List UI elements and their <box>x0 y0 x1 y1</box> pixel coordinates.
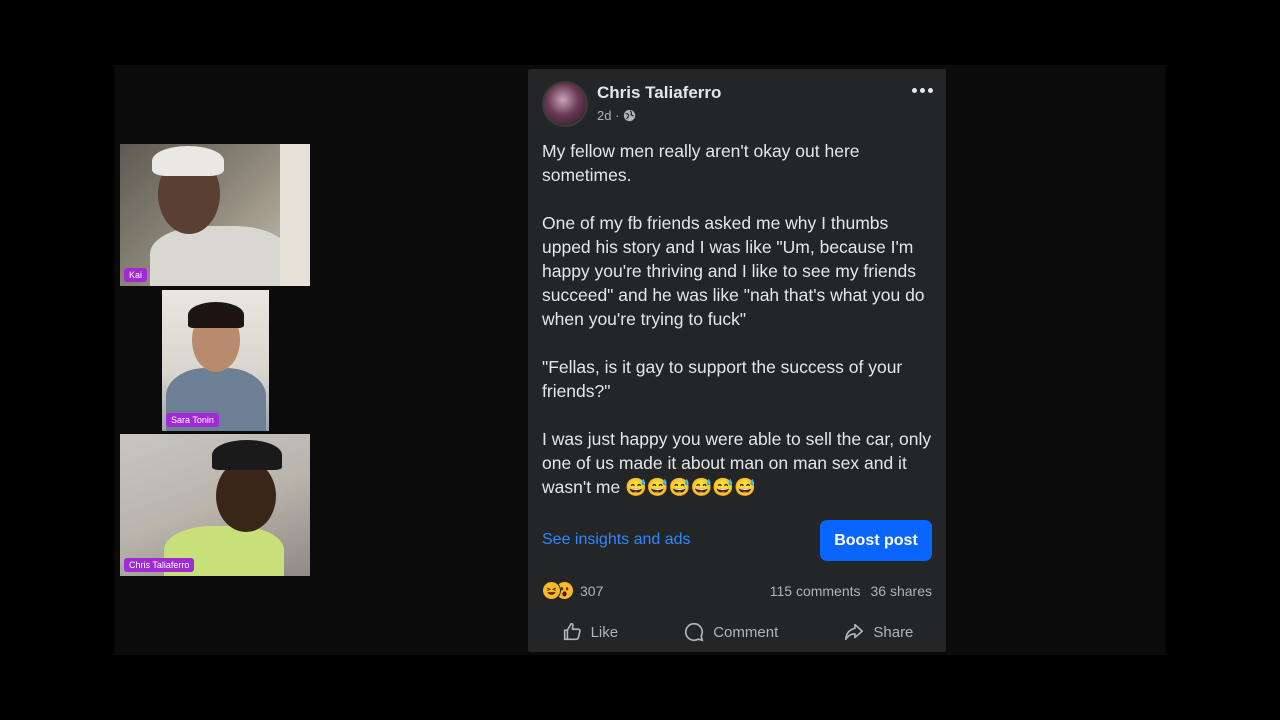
comment-button[interactable]: Comment <box>683 621 778 643</box>
participant-name-tag: Kai <box>124 268 148 282</box>
participant-name-tag: Chris Taliaferro <box>124 558 195 572</box>
post-paragraph: One of my fb friends asked me why I thum… <box>542 213 925 329</box>
thumbs-up-icon <box>563 622 581 641</box>
comments-count[interactable]: 115 comments <box>770 583 861 599</box>
post-paragraph: My fellow men really aren't okay out her… <box>542 141 860 185</box>
post-time[interactable]: 2d · <box>597 108 619 123</box>
post-text: My fellow men really aren't okay out her… <box>542 139 936 499</box>
facebook-post: Chris Taliaferro 2d · My fellow men real… <box>528 69 946 652</box>
cap <box>212 440 282 470</box>
reaction-count: 307 <box>580 582 604 599</box>
comment-label: Comment <box>713 623 779 641</box>
participant-face <box>216 460 276 532</box>
participant-name-tag: Sara Tonin <box>166 413 219 427</box>
comment-bubble-icon <box>685 622 704 642</box>
share-label: Share <box>873 623 914 641</box>
participant-video-chris[interactable]: Chris Taliaferro <box>120 434 310 576</box>
globe-icon <box>624 109 636 122</box>
author-avatar[interactable] <box>542 81 588 127</box>
like-label: Like <box>590 623 619 641</box>
wall <box>280 144 310 286</box>
share-arrow-icon <box>845 623 864 641</box>
participant-video-sara[interactable]: Sara Tonin <box>162 290 269 431</box>
reaction-summary[interactable]: 307 <box>542 581 603 600</box>
post-meta: 2d · <box>597 108 636 123</box>
hair <box>188 302 244 328</box>
engagement-counts: 115 comments 36 shares <box>770 583 932 599</box>
like-button[interactable]: Like <box>561 621 619 643</box>
participant-video-kai[interactable]: Kai <box>120 144 310 286</box>
haha-reaction-icon <box>542 581 561 600</box>
post-paragraph: I was just happy you were able to sell t… <box>542 429 932 497</box>
more-horizontal-icon[interactable] <box>910 82 934 98</box>
head-wrap <box>152 146 224 176</box>
see-insights-link[interactable]: See insights and ads <box>542 531 691 549</box>
post-author-name[interactable]: Chris Taliaferro <box>597 83 721 103</box>
post-paragraph: "Fellas, is it gay to support the succes… <box>542 357 903 401</box>
participant-silhouette <box>150 226 290 286</box>
post-actions: Like Comment Share <box>528 617 946 647</box>
share-button[interactable]: Share <box>843 621 913 643</box>
shares-count[interactable]: 36 shares <box>871 583 932 599</box>
boost-post-button[interactable]: Boost post <box>820 520 932 561</box>
